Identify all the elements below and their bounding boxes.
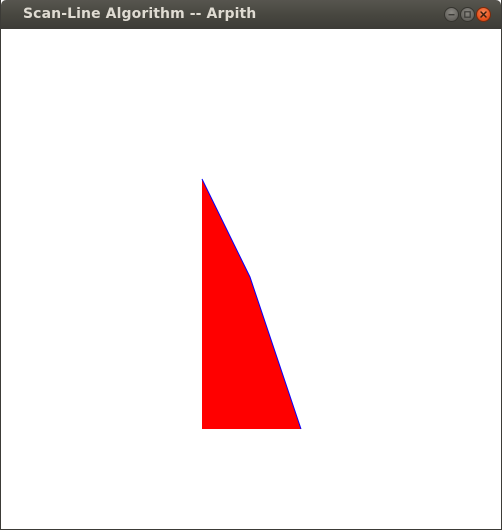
close-button[interactable] xyxy=(476,7,491,22)
close-icon xyxy=(480,11,487,18)
minimize-icon xyxy=(448,14,455,16)
minimize-button[interactable] xyxy=(444,7,459,22)
title-bar[interactable]: Scan-Line Algorithm -- Arpith xyxy=(1,0,501,29)
window-title: Scan-Line Algorithm -- Arpith xyxy=(23,6,257,22)
window-controls xyxy=(444,7,491,22)
filled-polygon xyxy=(202,179,301,429)
maximize-icon xyxy=(464,11,471,18)
app-window: Scan-Line Algorithm -- Arpith xyxy=(0,0,502,530)
maximize-button[interactable] xyxy=(460,7,475,22)
canvas-svg xyxy=(201,178,302,430)
drawing-canvas[interactable] xyxy=(1,29,501,529)
